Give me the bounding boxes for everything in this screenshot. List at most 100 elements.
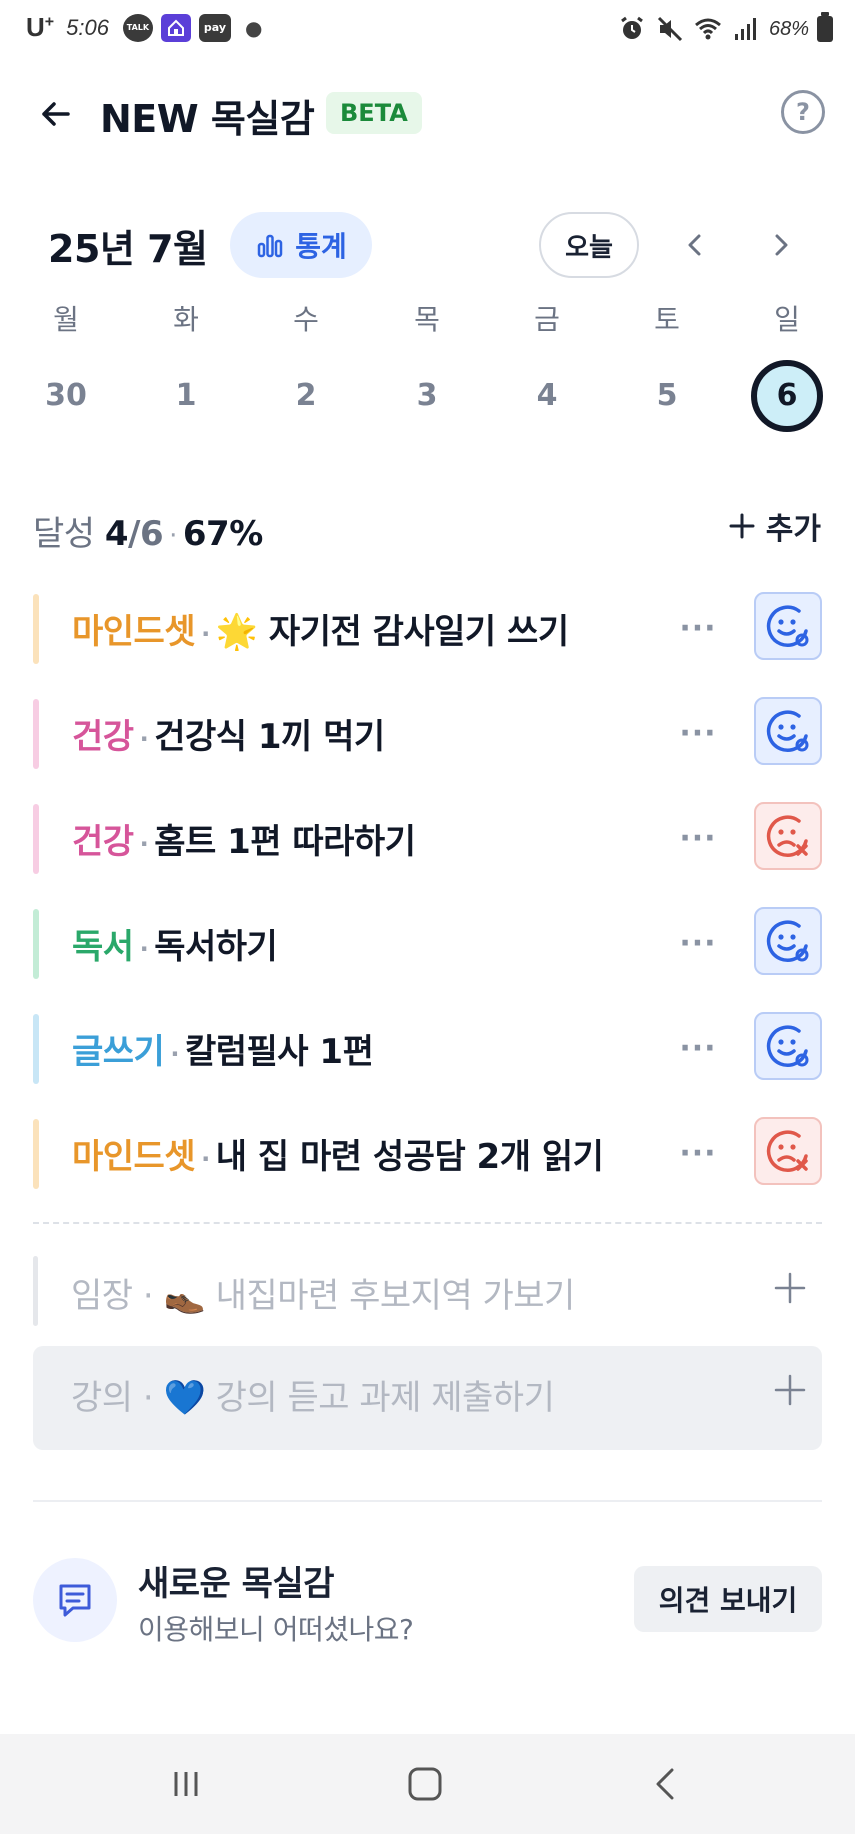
separator-dot: · — [169, 520, 177, 551]
smile-check-icon — [766, 920, 809, 962]
habit-item[interactable]: 독서 · 독서하기 ··· — [0, 905, 855, 1010]
status-toggle-button[interactable] — [754, 592, 822, 660]
category-bar — [33, 1014, 39, 1084]
arrow-left-icon — [42, 102, 70, 126]
section-divider-dashed — [33, 1222, 822, 1224]
month-label: 25년 7월 — [48, 227, 208, 271]
status-toggle-button[interactable] — [754, 802, 822, 870]
chevron-left-icon — [688, 234, 701, 256]
habit-category: 마인드셋 — [72, 1137, 196, 1177]
status-toggle-button[interactable] — [754, 907, 822, 975]
system-back-button[interactable] — [636, 1764, 696, 1804]
ellipsis-icon: ··· — [679, 925, 717, 961]
send-feedback-button[interactable]: 의견 보내기 — [634, 1566, 822, 1632]
more-options-button[interactable]: ··· — [676, 608, 720, 648]
habit-item[interactable]: 마인드셋 · 내 집 마련 성공담 2개 읽기 ··· — [0, 1115, 855, 1220]
status-bar: U+ 5:06 TALK pay ● 68% — [0, 0, 855, 62]
day-column[interactable]: 토5 — [627, 300, 707, 432]
habit-item[interactable]: 글쓰기 · 칼럼필사 1편 ··· — [0, 1010, 855, 1115]
habit-category: 마인드셋 — [72, 612, 196, 652]
more-options-button[interactable]: ··· — [676, 713, 720, 753]
habit-item[interactable]: 마인드셋 · 🌟 자기전 감사일기 쓰기 ··· — [0, 590, 855, 695]
habit-category: 강의 — [71, 1378, 133, 1418]
habit-item[interactable]: 건강 · 홈트 1편 따라하기 ··· — [0, 800, 855, 905]
habit-title: 독서하기 — [154, 927, 278, 967]
day-number: 1 — [175, 378, 197, 413]
day-column[interactable]: 목3 — [387, 300, 467, 432]
weekday-label: 화 — [173, 303, 199, 336]
category-bar — [33, 1119, 39, 1189]
suggested-habit[interactable]: 임장 · 👞 내집마련 후보지역 가보기 — [33, 1244, 822, 1348]
add-habit-button[interactable]: 추가 — [728, 504, 821, 548]
kakaotalk-icon: TALK — [122, 13, 153, 42]
status-toggle-button[interactable] — [754, 697, 822, 765]
habit-item[interactable]: 건강 · 건강식 1끼 먹기 ··· — [0, 695, 855, 800]
day-column[interactable]: 금4 — [507, 300, 587, 432]
habit-category: 건강 — [72, 717, 134, 757]
prev-week-button[interactable] — [672, 222, 718, 268]
sad-x-icon — [766, 1130, 808, 1172]
ellipsis-icon: ··· — [679, 1030, 717, 1066]
ellipsis-icon: ··· — [679, 715, 717, 751]
smile-check-icon — [766, 710, 809, 752]
day-number: 5 — [656, 378, 678, 413]
day-column[interactable]: 수2 — [266, 300, 346, 432]
weekday-label: 금 — [534, 303, 560, 336]
day-column[interactable]: 화1 — [146, 300, 226, 432]
plus-icon[interactable] — [772, 1270, 808, 1306]
app-header: NEW 목실감 BETA ? — [0, 80, 855, 144]
status-toggle-button[interactable] — [754, 1012, 822, 1080]
day-column-selected[interactable]: 일6 — [747, 300, 827, 432]
day-number: 2 — [295, 378, 317, 413]
today-button[interactable]: 오늘 — [539, 212, 639, 278]
back-button[interactable] — [34, 92, 78, 136]
habit-category: 글쓰기 — [72, 1032, 165, 1072]
add-label: 추가 — [765, 512, 821, 547]
status-toggle-button[interactable] — [754, 1117, 822, 1185]
achievement-summary: 달성 4/6 · 67% — [33, 506, 263, 555]
home-button[interactable] — [395, 1764, 455, 1804]
stats-button[interactable]: 통계 — [230, 212, 372, 278]
ellipsis-icon: ··· — [679, 610, 717, 646]
help-button[interactable]: ? — [781, 90, 825, 134]
more-options-button[interactable]: ··· — [676, 1028, 720, 1068]
chat-bubble-icon — [59, 1584, 91, 1617]
next-week-button[interactable] — [758, 222, 804, 268]
day-number: 30 — [45, 378, 87, 413]
habit-title: 칼럼필사 1편 — [184, 1032, 374, 1072]
category-bar — [33, 594, 39, 664]
day-number: 3 — [416, 378, 438, 413]
more-options-button[interactable]: ··· — [676, 1133, 720, 1173]
achievement-percent: 67% — [182, 514, 263, 554]
day-number-selected: 6 — [751, 360, 823, 432]
clock: 5:06 — [66, 14, 109, 40]
day-column[interactable]: 월 30 — [26, 300, 106, 432]
habit-category: 독서 — [72, 927, 134, 967]
system-nav-bar — [0, 1734, 855, 1834]
stats-label: 통계 — [295, 230, 347, 263]
habit-title: 🌟 자기전 감사일기 쓰기 — [215, 612, 569, 652]
battery-icon — [817, 12, 833, 42]
more-options-button[interactable]: ··· — [676, 818, 720, 858]
plus-icon[interactable] — [772, 1372, 808, 1408]
smile-check-icon — [766, 605, 809, 647]
home-square-icon — [408, 1767, 442, 1801]
category-bar — [33, 699, 39, 769]
habit-category: 임장 — [71, 1276, 133, 1316]
system-back-icon — [656, 1768, 674, 1800]
achievement-label: 달성 — [33, 514, 95, 554]
habit-title: 건강식 1끼 먹기 — [154, 717, 385, 757]
habit-list: 마인드셋 · 🌟 자기전 감사일기 쓰기 ··· 건강 · 건강식 1끼 먹기 ··· … — [0, 590, 855, 1220]
ellipsis-icon: ··· — [679, 1135, 717, 1171]
category-bar — [33, 1256, 38, 1326]
weekday-label: 수 — [293, 303, 319, 336]
recent-apps-button[interactable] — [156, 1764, 216, 1804]
battery-percent: 68% — [768, 17, 809, 40]
habit-title: 홈트 1편 따라하기 — [154, 822, 416, 862]
habit-title: 👞 내집마련 후보지역 가보기 — [163, 1276, 576, 1316]
section-divider — [33, 1500, 822, 1502]
category-bar — [33, 804, 39, 874]
habit-title: 💙 강의 듣고 과제 제출하기 — [163, 1378, 555, 1418]
more-options-button[interactable]: ··· — [676, 923, 720, 963]
suggested-habit[interactable]: 강의 · 💙 강의 듣고 과제 제출하기 — [33, 1346, 822, 1450]
